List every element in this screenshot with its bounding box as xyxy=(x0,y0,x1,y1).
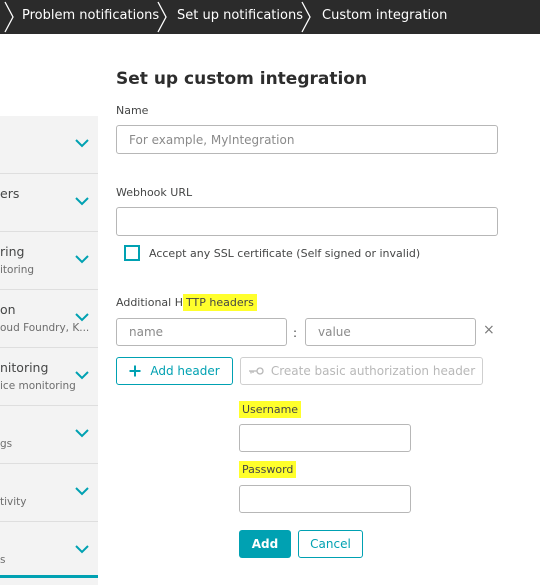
header-value-field[interactable] xyxy=(305,318,476,346)
sidebar-item-1[interactable] xyxy=(0,116,98,174)
name-field[interactable] xyxy=(116,125,498,154)
chevron-right-icon xyxy=(4,1,14,33)
sidebar-active-indicator xyxy=(0,575,98,578)
page-title: Set up custom integration xyxy=(116,69,368,89)
sidebar-item-2[interactable]: ers xyxy=(0,174,98,232)
create-basic-auth-button[interactable]: Create basic authorization header xyxy=(240,357,483,385)
cancel-button[interactable]: Cancel xyxy=(298,530,363,558)
webhook-url-field[interactable] xyxy=(116,207,498,236)
ssl-certificate-checkbox[interactable] xyxy=(124,245,140,261)
breadcrumb-set-up-notifications[interactable]: Set up notifications xyxy=(177,0,303,34)
chevron-down-icon[interactable] xyxy=(75,196,89,206)
chevron-down-icon[interactable] xyxy=(75,544,89,554)
sidebar-item-6[interactable]: gs xyxy=(0,406,98,464)
add-header-label: Add header xyxy=(150,364,220,378)
sidebar-item-title: nitoring xyxy=(0,360,49,375)
breadcrumb: Problem notifications Set up notificatio… xyxy=(0,0,540,34)
sidebar-item-4[interactable]: on oud Foundry, K... xyxy=(0,290,98,348)
close-icon[interactable]: × xyxy=(483,322,495,338)
header-name-field[interactable] xyxy=(116,318,287,346)
chevron-down-icon[interactable] xyxy=(75,254,89,264)
username-field[interactable] xyxy=(239,424,411,452)
sidebar-item-subtitle: tivity xyxy=(0,496,27,508)
ssl-certificate-label[interactable]: Accept any SSL certificate (Self signed … xyxy=(149,247,420,260)
sidebar-item-subtitle: gs xyxy=(0,438,13,450)
sidebar: ers ring itoring on oud Foundry, K... ni… xyxy=(0,34,98,585)
chevron-down-icon[interactable] xyxy=(75,312,89,322)
sidebar-item-subtitle: itoring xyxy=(0,264,35,276)
chevron-down-icon[interactable] xyxy=(75,370,89,380)
name-label: Name xyxy=(116,104,149,117)
password-label: Password xyxy=(239,461,297,478)
sidebar-item-title: ers xyxy=(0,186,20,201)
http-headers-label-highlight: TTP headers xyxy=(183,294,257,311)
chevron-right-icon xyxy=(157,1,167,33)
chevron-down-icon[interactable] xyxy=(75,428,89,438)
username-label: Username xyxy=(239,401,302,418)
webhook-url-label: Webhook URL xyxy=(116,186,193,199)
chevron-down-icon[interactable] xyxy=(75,138,89,148)
http-headers-label: Additional H TTP headers xyxy=(116,294,257,311)
chevron-down-icon[interactable] xyxy=(75,486,89,496)
header-separator: : xyxy=(293,326,298,340)
sidebar-item-subtitle: s xyxy=(0,554,6,566)
sidebar-item-title: on xyxy=(0,302,16,317)
plus-icon xyxy=(129,365,141,377)
breadcrumb-custom-integration: Custom integration xyxy=(322,8,448,23)
sidebar-header xyxy=(0,34,98,116)
sidebar-item-subtitle: ice monitoring xyxy=(0,380,76,392)
sidebar-item-8[interactable]: s xyxy=(0,522,98,580)
chevron-right-icon xyxy=(301,1,311,33)
breadcrumb-problem-notifications[interactable]: Problem notifications xyxy=(22,0,159,34)
password-label-text: Password xyxy=(239,461,297,478)
password-field[interactable] xyxy=(239,485,411,513)
create-basic-auth-label: Create basic authorization header xyxy=(270,364,476,378)
http-headers-label-prefix: Additional H xyxy=(116,296,183,309)
username-label-text: Username xyxy=(239,401,302,418)
sidebar-item-subtitle: oud Foundry, K... xyxy=(0,322,90,334)
add-header-button[interactable]: Add header xyxy=(116,357,233,385)
sidebar-item-7[interactable]: tivity xyxy=(0,464,98,522)
add-button[interactable]: Add xyxy=(239,530,291,558)
key-icon xyxy=(248,367,264,375)
sidebar-item-5[interactable]: nitoring ice monitoring xyxy=(0,348,98,406)
sidebar-item-title: ring xyxy=(0,244,25,259)
sidebar-item-3[interactable]: ring itoring xyxy=(0,232,98,290)
